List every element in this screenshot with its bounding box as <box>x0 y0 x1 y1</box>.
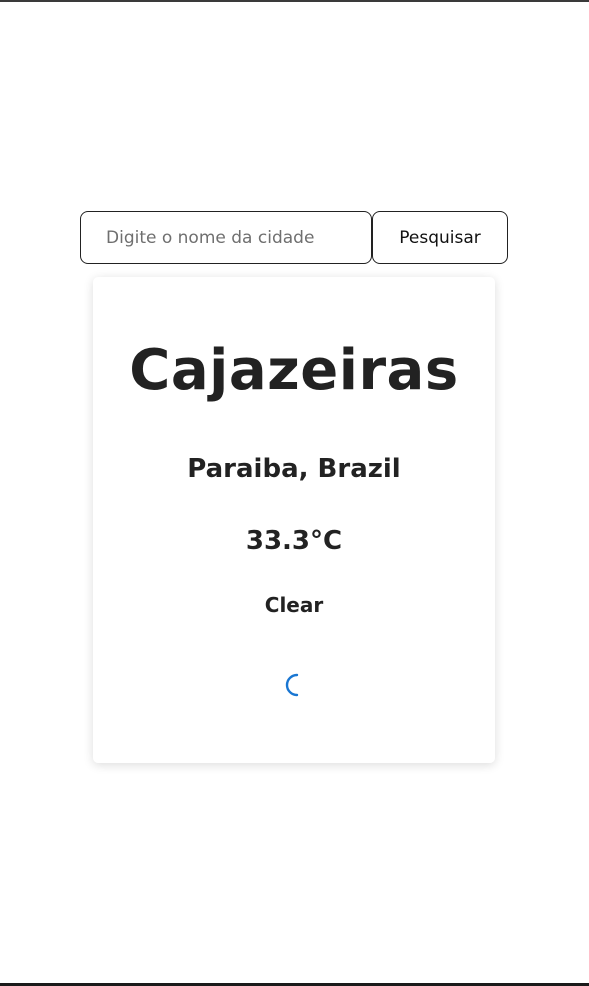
app-frame: Pesquisar Cajazeiras Paraiba, Brazil 33.… <box>0 0 589 986</box>
search-button[interactable]: Pesquisar <box>372 211 508 264</box>
region-country: Paraiba, Brazil <box>187 454 401 484</box>
search-bar: Pesquisar <box>80 211 508 264</box>
top-border <box>0 0 589 2</box>
city-search-input[interactable] <box>80 211 372 264</box>
weather-condition: Clear <box>264 593 324 617</box>
city-name: Cajazeiras <box>129 338 459 403</box>
weather-card: Cajazeiras Paraiba, Brazil 33.3°C Clear <box>93 277 495 763</box>
temperature: 33.3°C <box>245 526 343 556</box>
moon-icon <box>285 673 299 697</box>
